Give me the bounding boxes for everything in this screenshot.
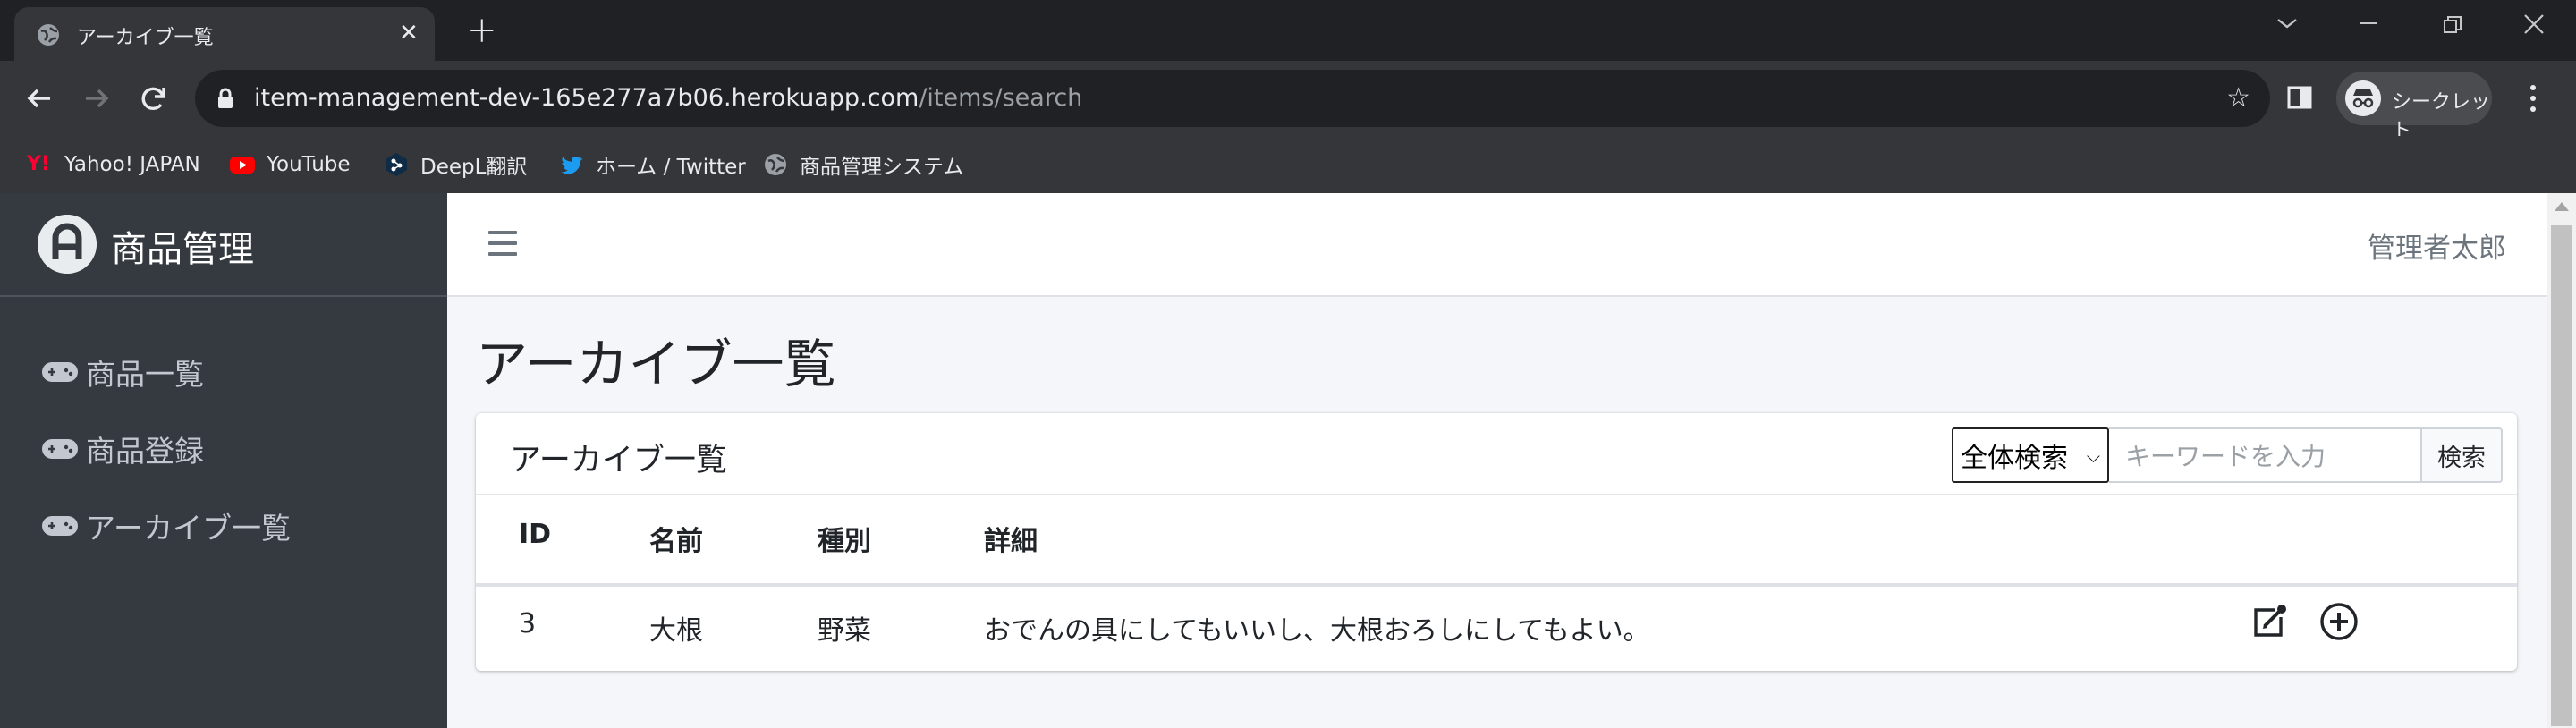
column-header-type: 種別 [818, 526, 871, 557]
edit-icon[interactable] [2249, 601, 2290, 642]
cell-id: 3 [519, 608, 537, 639]
brand-logo-icon [38, 215, 97, 274]
url-text[interactable]: item-management-dev-165e277a7b06.herokua… [254, 84, 1082, 112]
table-header-divider [476, 583, 2517, 587]
bookmarks-bar: Y! Yahoo! JAPAN YouTube DeepL翻訳 ホーム / Tw… [0, 136, 2576, 193]
column-header-name: 名前 [649, 526, 703, 557]
bookmark-label: Yahoo! JAPAN [64, 153, 200, 176]
incognito-badge[interactable]: シークレット [2336, 72, 2492, 142]
sidebar-item-label: アーカイブ一覧 [86, 511, 292, 546]
browser-tab-strip: アーカイブ一覧 ✕ + [0, 0, 2576, 61]
plus-circle-icon[interactable] [2318, 601, 2360, 642]
archive-card: アーカイブ一覧 全体検索 ⌵ キーワードを入力 検索 ID 名前 種別 詳細 3… [476, 413, 2517, 671]
youtube-icon [230, 157, 255, 174]
new-tab-button[interactable]: + [467, 11, 497, 50]
back-icon[interactable] [20, 79, 59, 118]
scroll-up-arrow-icon[interactable] [2555, 202, 2569, 211]
sidebar-item-archive-list[interactable]: アーカイブ一覧 [41, 499, 291, 553]
card-title: アーカイブ一覧 [510, 443, 727, 478]
bookmark-twitter[interactable]: ホーム / Twitter [558, 145, 746, 184]
bookmark-label: DeepL翻訳 [420, 156, 528, 179]
search-scope-value: 全体検索 [1961, 443, 2068, 474]
restore-icon[interactable] [2442, 14, 2463, 36]
reload-icon[interactable] [134, 79, 174, 118]
address-bar[interactable]: item-management-dev-165e277a7b06.herokua… [195, 70, 2270, 127]
card-header: アーカイブ一覧 全体検索 ⌵ キーワードを入力 検索 [476, 413, 2517, 495]
search-button[interactable]: 検索 [2420, 427, 2503, 483]
sidebar-item-item-list[interactable]: 商品一覧 [41, 345, 204, 399]
user-name[interactable]: 管理者太郎 [2368, 225, 2506, 266]
tab-search-icon[interactable] [2275, 14, 2299, 32]
twitter-icon [561, 157, 583, 174]
browser-tab[interactable]: アーカイブ一覧 ✕ [14, 7, 435, 61]
bookmark-item-management[interactable]: 商品管理システム [762, 145, 963, 184]
globe-icon [38, 24, 59, 46]
window-close-icon[interactable] [2522, 13, 2546, 36]
page-title: アーカイブ一覧 [476, 334, 836, 394]
bookmark-deepl[interactable]: DeepL翻訳 [383, 145, 527, 184]
lock-icon[interactable] [213, 86, 238, 111]
url-path: /items/search [919, 84, 1083, 112]
bookmark-star-icon[interactable]: ☆ [2226, 82, 2250, 114]
brand-link[interactable]: 商品管理 [0, 193, 447, 297]
side-panel-icon[interactable] [2286, 84, 2313, 111]
search-input[interactable]: キーワードを入力 [2109, 427, 2422, 483]
bookmark-label: ホーム / Twitter [596, 156, 746, 179]
bookmark-label: 商品管理システム [800, 156, 964, 179]
cell-name: 大根 [649, 615, 703, 647]
deepl-icon [386, 153, 407, 176]
more-menu-icon[interactable] [2528, 80, 2538, 116]
search-scope-select[interactable]: 全体検索 ⌵ [1952, 427, 2109, 483]
top-navbar: 管理者太郎 [447, 193, 2547, 297]
forward-icon[interactable] [77, 79, 116, 118]
search-button-label: 検索 [2437, 444, 2486, 472]
incognito-icon [2345, 80, 2381, 116]
sidebar: 商品管理 商品一覧 商品登録 アーカイブ一覧 [0, 193, 447, 728]
chevron-down-icon: ⌵ [2086, 445, 2100, 467]
page-viewport: 商品管理 商品一覧 商品登録 アーカイブ一覧 管理者太郎 アーカイブ一覧 アーカ… [0, 193, 2576, 728]
minimize-icon[interactable] [2358, 18, 2379, 27]
gamepad-icon [42, 439, 78, 459]
bookmark-yahoo[interactable]: Y! Yahoo! JAPAN [27, 145, 200, 184]
url-host: item-management-dev-165e277a7b06.herokua… [254, 84, 919, 112]
incognito-label: シークレット [2392, 91, 2491, 142]
gamepad-icon [42, 362, 78, 382]
scrollbar-thumb[interactable] [2551, 225, 2572, 726]
menu-toggle-icon[interactable] [488, 231, 517, 258]
gamepad-icon [42, 516, 78, 536]
bookmark-label: YouTube [267, 153, 351, 176]
sidebar-item-label: 商品登録 [86, 434, 204, 469]
tab-close-icon[interactable]: ✕ [399, 20, 419, 47]
sidebar-item-label: 商品一覧 [86, 357, 204, 392]
cell-detail: おでんの具にしてもいいし、大根おろしにしてもよい。 [984, 615, 1650, 647]
bookmark-youtube[interactable]: YouTube [229, 145, 351, 184]
column-header-id: ID [519, 519, 552, 550]
page-scrollbar[interactable] [2547, 193, 2576, 728]
tab-title: アーカイブ一覧 [77, 27, 214, 49]
sidebar-item-item-register[interactable]: 商品登録 [41, 422, 204, 476]
cell-type: 野菜 [818, 615, 871, 647]
search-placeholder: キーワードを入力 [2125, 442, 2326, 471]
yahoo-icon: Y! [27, 153, 50, 175]
browser-toolbar: item-management-dev-165e277a7b06.herokua… [0, 61, 2576, 142]
brand-name: 商品管理 [111, 229, 254, 270]
column-header-detail: 詳細 [984, 526, 1038, 557]
globe-icon [765, 154, 786, 175]
